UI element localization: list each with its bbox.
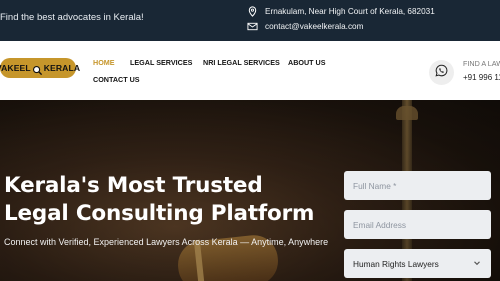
logo-text-right: KERALA bbox=[43, 63, 81, 73]
header-contact-label: FIND A LAW bbox=[463, 59, 500, 68]
magnifier-icon bbox=[32, 63, 43, 75]
whatsapp-icon bbox=[435, 64, 448, 82]
header-phone-number[interactable]: +91 996 111 bbox=[463, 73, 500, 82]
envelope-icon bbox=[247, 21, 258, 32]
hero-section: Kerala's Most Trusted Legal Consulting P… bbox=[0, 100, 500, 281]
hero-title-line2: Legal Consulting Platform bbox=[4, 201, 315, 226]
top-bar: Find the best advocates in Kerala! Ernak… bbox=[0, 0, 500, 41]
site-logo[interactable]: VAKEEL KERALA bbox=[0, 58, 80, 78]
tagline: Find the best advocates in Kerala! bbox=[0, 12, 144, 23]
nav-legal-services[interactable]: LEGAL SERVICES bbox=[130, 58, 192, 67]
address-text: Ernakulam, Near High Court of Kerala, 68… bbox=[265, 7, 435, 16]
lawyer-category-select[interactable]: Human Rights Lawyers bbox=[344, 249, 491, 278]
whatsapp-button[interactable] bbox=[429, 60, 454, 85]
full-name-input[interactable]: Full Name * bbox=[344, 171, 491, 200]
email-input[interactable]: Email Address bbox=[344, 210, 491, 239]
full-name-placeholder: Full Name * bbox=[353, 180, 397, 191]
hero-subtitle: Connect with Verified, Experienced Lawye… bbox=[4, 237, 329, 247]
location-pin-icon bbox=[247, 6, 258, 17]
email-line[interactable]: contact@vakeelkerala.com bbox=[247, 21, 363, 32]
chevron-down-icon bbox=[473, 259, 481, 267]
address-line: Ernakulam, Near High Court of Kerala, 68… bbox=[247, 6, 435, 17]
hero-title-line1: Kerala's Most Trusted bbox=[4, 173, 263, 198]
nav-about-us[interactable]: ABOUT US bbox=[288, 58, 326, 67]
site-header: VAKEEL KERALA HOME LEGAL SERVICES NRI LE… bbox=[0, 41, 500, 100]
nav-contact-us[interactable]: CONTACT US bbox=[93, 75, 140, 84]
email-placeholder: Email Address bbox=[353, 219, 407, 230]
logo-text-left: VAKEEL bbox=[0, 63, 31, 73]
category-selected-value: Human Rights Lawyers bbox=[353, 258, 439, 269]
nav-nri-legal-services[interactable]: NRI LEGAL SERVICES bbox=[203, 58, 280, 67]
nav-home[interactable]: HOME bbox=[93, 58, 115, 67]
email-link[interactable]: contact@vakeelkerala.com bbox=[265, 22, 363, 31]
